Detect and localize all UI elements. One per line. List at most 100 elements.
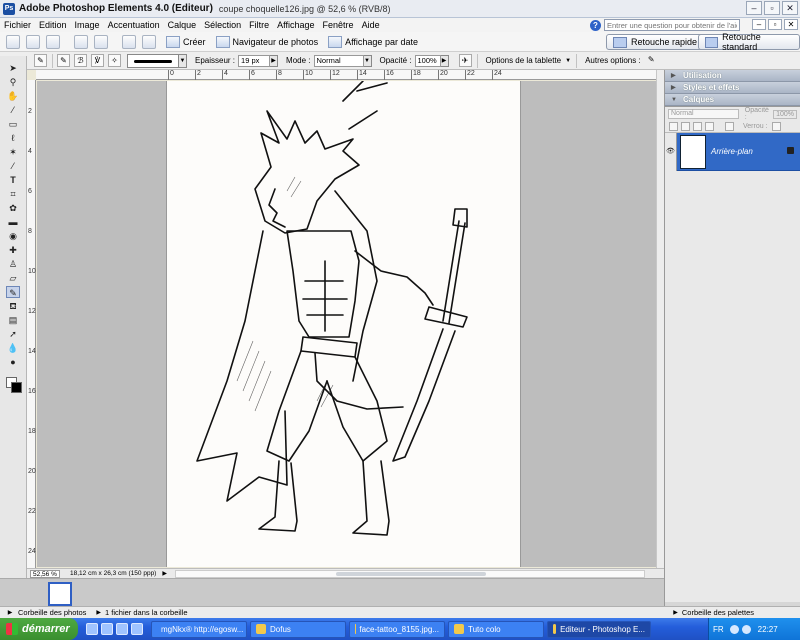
photo-bin-label[interactable]: Corbeille des photos bbox=[18, 608, 86, 617]
save-icon[interactable] bbox=[46, 34, 60, 49]
desktop-icon[interactable] bbox=[101, 623, 113, 635]
photo-bin-thumbnail[interactable] bbox=[48, 582, 72, 606]
menu-filtre[interactable]: Filtre bbox=[245, 20, 273, 30]
hand-tool-icon[interactable]: ✋ bbox=[6, 90, 20, 102]
start-button[interactable]: démarrer bbox=[0, 618, 78, 640]
layer-row[interactable]: 👁 Arrière-plan bbox=[665, 132, 800, 171]
magic-wand-tool-icon[interactable]: ✶ bbox=[6, 146, 20, 158]
palette-bin-label[interactable]: Corbeille des palettes bbox=[682, 608, 754, 617]
minimize-button[interactable]: – bbox=[746, 1, 762, 15]
standard-edit-button[interactable]: Retouche standard bbox=[698, 32, 800, 52]
online-services-icon[interactable] bbox=[94, 34, 108, 49]
marquee-tool-icon[interactable]: ▭ bbox=[6, 118, 20, 130]
taskbar-item-browser[interactable]: mgNkx® http://egosw... bbox=[151, 620, 247, 638]
pencil-tool-icon[interactable]: ✎ bbox=[6, 286, 20, 298]
link-layers-icon[interactable] bbox=[705, 122, 714, 131]
red-eye-tool-icon[interactable]: ◉ bbox=[6, 230, 20, 242]
type-tool-icon[interactable]: T bbox=[6, 174, 20, 186]
menu-calque[interactable]: Calque bbox=[164, 20, 201, 30]
close-button[interactable]: ✕ bbox=[782, 1, 798, 15]
lock-all-icon[interactable] bbox=[771, 122, 781, 131]
help-search-input[interactable] bbox=[604, 19, 740, 31]
vertical-scrollbar[interactable] bbox=[656, 70, 664, 568]
date-view-button[interactable]: Affichage par date bbox=[328, 34, 418, 50]
delete-layer-icon[interactable] bbox=[693, 122, 702, 131]
eyedropper-tool-icon[interactable]: ⁄ bbox=[6, 104, 20, 116]
ie-icon[interactable] bbox=[131, 623, 143, 635]
taskbar-item-photoshop[interactable]: Editeur - Photoshop E... bbox=[547, 620, 651, 638]
undo-icon[interactable] bbox=[122, 34, 136, 49]
gradient-tool-icon[interactable]: ▤ bbox=[6, 314, 20, 326]
straighten-tool-icon[interactable]: ▬ bbox=[6, 216, 20, 228]
pencil-tool-preset-icon[interactable]: ✎ bbox=[34, 54, 47, 67]
volume-icon[interactable] bbox=[741, 624, 751, 634]
quick-fix-button[interactable]: Retouche rapide bbox=[606, 34, 705, 50]
color-swatches[interactable] bbox=[3, 374, 25, 396]
taskbar-item-folder[interactable]: Tuto colo bbox=[448, 620, 544, 638]
open-folder-icon[interactable] bbox=[26, 34, 40, 49]
menu-fenetre[interactable]: Fenêtre bbox=[319, 20, 358, 30]
blur-tool-icon[interactable]: 💧 bbox=[6, 342, 20, 354]
maximize-button[interactable]: ▫ bbox=[764, 1, 780, 15]
network-icon[interactable] bbox=[729, 624, 739, 634]
menu-affichage[interactable]: Affichage bbox=[273, 20, 318, 30]
horizontal-scrollbar[interactable] bbox=[174, 569, 645, 578]
doc-restore-button[interactable]: ▫ bbox=[768, 19, 782, 30]
crop-tool-icon[interactable]: ⌗ bbox=[6, 188, 20, 200]
more-options-label[interactable]: Autres options : bbox=[585, 56, 641, 65]
taskbar-item-image[interactable]: face-tattoo_8155.jpg... bbox=[349, 620, 445, 638]
tablet-dropdown-icon[interactable]: ▼ bbox=[565, 58, 571, 64]
blend-mode-select[interactable]: Normal bbox=[668, 109, 739, 119]
new-layer-icon[interactable] bbox=[669, 122, 678, 131]
paint-bucket-tool-icon[interactable]: ⛾ bbox=[6, 300, 20, 312]
healing-brush-tool-icon[interactable]: ✚ bbox=[6, 244, 20, 256]
doc-minimize-button[interactable]: – bbox=[752, 19, 766, 30]
menu-aide[interactable]: Aide bbox=[358, 20, 384, 30]
print-icon[interactable] bbox=[74, 34, 88, 49]
doc-close-button[interactable]: ✕ bbox=[784, 19, 798, 30]
lasso-tool-icon[interactable]: ℓ bbox=[6, 132, 20, 144]
brush-dropdown-arrow[interactable]: ▼ bbox=[179, 53, 187, 68]
zoom-tool-icon[interactable]: ⚲ bbox=[6, 76, 20, 88]
brush-preview[interactable] bbox=[127, 53, 179, 68]
bin-options-icon[interactable]: ▶ bbox=[96, 609, 101, 616]
clock[interactable]: 22:27 bbox=[758, 625, 778, 634]
photo-browser-button[interactable]: Navigateur de photos bbox=[215, 34, 318, 50]
canvas-area[interactable] bbox=[37, 80, 656, 567]
zoom-field[interactable]: 52,56 % bbox=[30, 569, 60, 578]
firefox-icon[interactable] bbox=[86, 623, 98, 635]
airbrush-toggle-icon[interactable]: ✈ bbox=[458, 54, 472, 67]
foreground-color-swatch[interactable] bbox=[11, 382, 22, 393]
opacity-slider-arrow[interactable]: ▶ bbox=[440, 54, 449, 67]
sponge-tool-icon[interactable]: ● bbox=[6, 356, 20, 368]
menu-image[interactable]: Image bbox=[71, 20, 104, 30]
mode-dropdown-arrow[interactable]: ▼ bbox=[363, 54, 372, 67]
mode-select[interactable]: Normal bbox=[313, 54, 364, 67]
palette-tab-utilisation[interactable]: ▶ Utilisation bbox=[665, 70, 800, 82]
menu-selection[interactable]: Sélection bbox=[200, 20, 245, 30]
bin-toggle-icon[interactable]: ▶ bbox=[6, 609, 14, 617]
selection-brush-tool-icon[interactable]: ⁄ bbox=[6, 160, 20, 172]
palette-tab-styles[interactable]: ▶ Styles et effets bbox=[665, 82, 800, 94]
document-canvas[interactable] bbox=[167, 80, 520, 567]
brush-icon[interactable]: ✎ bbox=[57, 54, 70, 67]
media-player-icon[interactable] bbox=[116, 623, 128, 635]
clone-stamp-tool-icon[interactable]: ♙ bbox=[6, 258, 20, 270]
language-indicator[interactable]: FR bbox=[713, 625, 724, 634]
eraser-tool-icon[interactable]: ▱ bbox=[6, 272, 20, 284]
adjustment-layer-icon[interactable] bbox=[681, 122, 690, 131]
menu-accentuation[interactable]: Accentuation bbox=[104, 20, 164, 30]
airbrush-icon[interactable]: ℣ bbox=[91, 54, 104, 67]
shape-tool-icon[interactable]: ➚ bbox=[6, 328, 20, 340]
layer-opacity-field[interactable]: 100% bbox=[773, 109, 797, 119]
move-tool-icon[interactable]: ➤ bbox=[6, 62, 20, 74]
opacity-field[interactable]: 100% bbox=[414, 54, 441, 67]
visibility-eye-icon[interactable]: 👁 bbox=[665, 132, 677, 171]
doc-info-arrow-icon[interactable]: ▶ bbox=[162, 570, 167, 577]
cookie-cutter-tool-icon[interactable]: ✿ bbox=[6, 202, 20, 214]
palette-bin-toggle-icon[interactable]: ▶ bbox=[673, 609, 678, 616]
document-info[interactable]: 18,12 cm x 26,3 cm (150 ppp) bbox=[70, 570, 156, 577]
redo-icon[interactable] bbox=[142, 34, 156, 49]
taskbar-item-dofus[interactable]: Dofus bbox=[250, 620, 346, 638]
brush-options-icon[interactable]: ✧ bbox=[108, 54, 121, 67]
